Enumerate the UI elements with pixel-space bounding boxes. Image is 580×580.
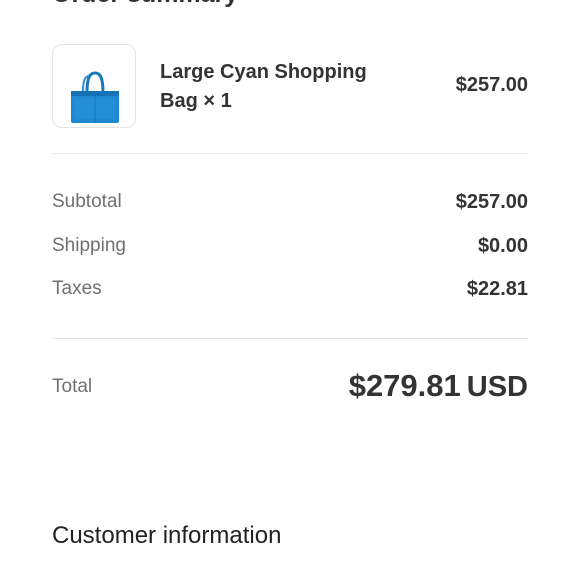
checkout-order-summary-page: Order summary Large Cyan Shopping Bag × … [0, 0, 580, 580]
shipping-row: Shipping $0.00 [52, 235, 528, 261]
total-row: Total $279.81 USD [52, 368, 528, 408]
subtotal-value: $257.00 [455, 191, 528, 213]
order-summary-title: Order summary [52, 0, 238, 9]
shopping-bag-icon [71, 71, 119, 123]
line-item-name: Large Cyan Shopping Bag × 1 [160, 61, 367, 112]
subtotal-label: Subtotal [52, 191, 122, 212]
taxes-label: Taxes [52, 278, 102, 299]
total-amount: $279.81 [348, 368, 461, 403]
customer-information-title: Customer information [52, 522, 282, 549]
divider [52, 153, 528, 154]
shipping-label: Shipping [52, 235, 126, 256]
taxes-value: $22.81 [466, 278, 528, 300]
shipping-value: $0.00 [477, 235, 528, 257]
line-item-price: $257.00 [455, 74, 528, 96]
product-thumbnail [52, 44, 136, 128]
total-value: $279.81 USD [349, 368, 528, 404]
total-currency: USD [466, 371, 528, 403]
line-item: Large Cyan Shopping Bag × 1 $257.00 [52, 44, 528, 130]
subtotal-row: Subtotal $257.00 [52, 191, 528, 217]
divider [52, 338, 528, 339]
taxes-row: Taxes $22.81 [52, 278, 528, 304]
total-label: Total [52, 376, 93, 397]
